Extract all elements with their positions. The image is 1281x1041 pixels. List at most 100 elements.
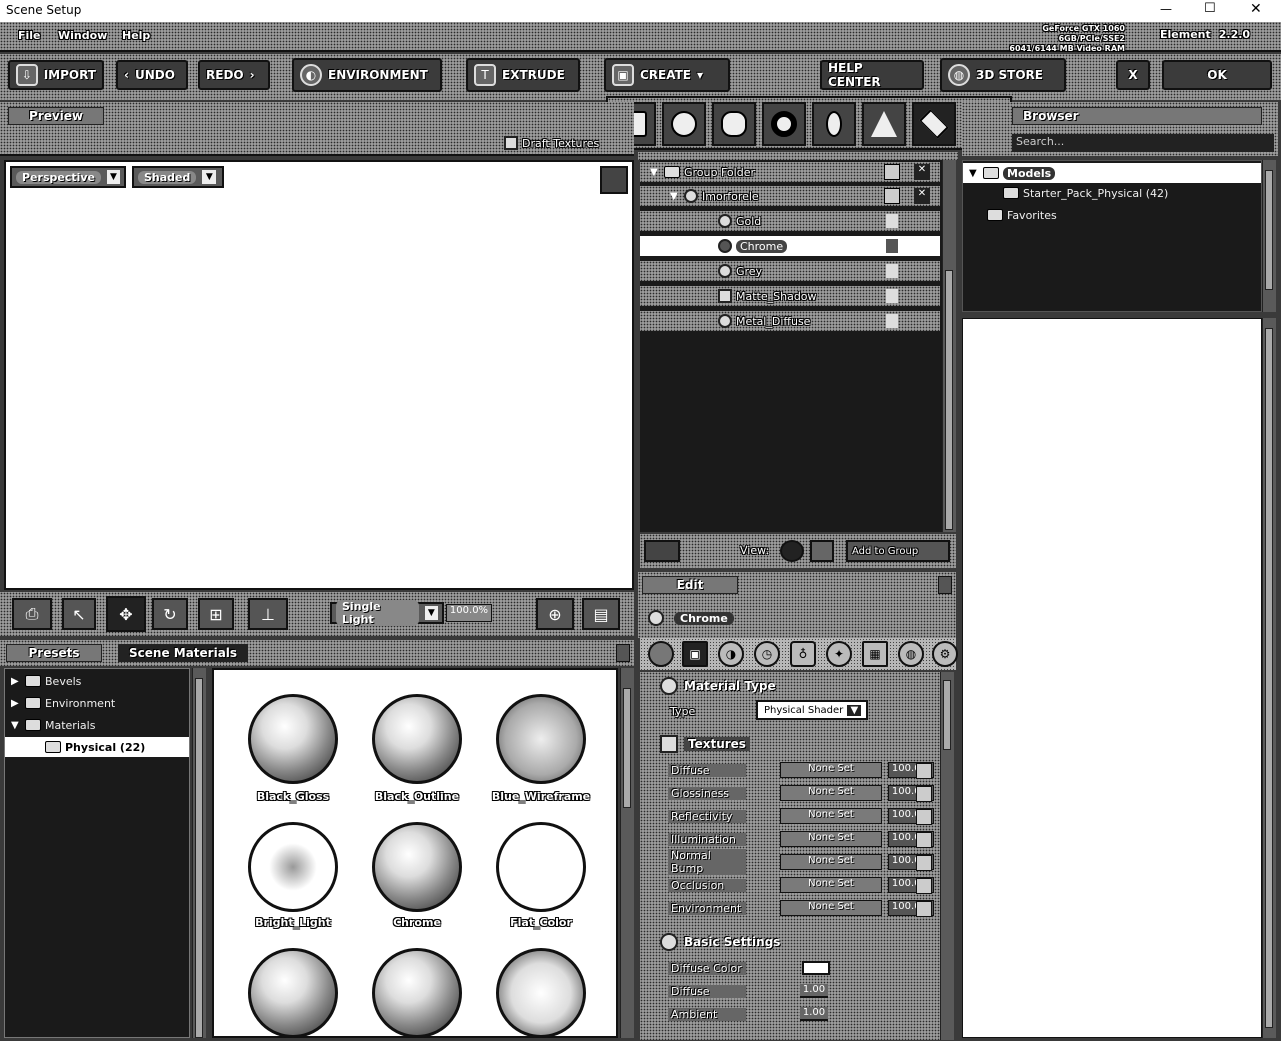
texture-icon[interactable]: ▣	[682, 641, 708, 667]
material-type-icon[interactable]	[648, 641, 674, 667]
tree-item-physical[interactable]: Physical (22)	[5, 737, 189, 757]
shape-sphere-icon[interactable]	[662, 102, 706, 146]
viewport[interactable]: Perspective ▼ Shaded ▼	[4, 160, 634, 590]
browser-content[interactable]	[962, 318, 1262, 1038]
swatch-item[interactable]	[372, 948, 462, 1038]
shape-ring-icon[interactable]	[812, 102, 856, 146]
rotate-icon[interactable]: ↻	[152, 598, 188, 630]
textures-section[interactable]: Textures	[660, 734, 750, 754]
move-icon[interactable]: ✥	[106, 596, 146, 632]
delete-icon[interactable]: ✕	[914, 188, 930, 204]
tree-item-starter-pack[interactable]: Starter_Pack_Physical (42)	[1003, 183, 1168, 203]
tab-presets[interactable]: Presets	[6, 644, 102, 662]
noise-icon[interactable]: ▦	[862, 641, 888, 667]
lighting-dropdown[interactable]: Single Light ▼	[330, 600, 444, 626]
texture-slot-icon[interactable]	[916, 855, 932, 871]
minimize-button[interactable]: —	[1160, 2, 1172, 16]
visibility-icon[interactable]	[884, 164, 900, 180]
import-button[interactable]: ⇩ IMPORT	[8, 60, 104, 90]
shape-cone-icon[interactable]	[862, 102, 906, 146]
tree-item-bevels[interactable]: ▶ Bevels	[11, 671, 81, 691]
cancel-button[interactable]: X	[1116, 60, 1150, 90]
basic-row-ambient[interactable]: Ambient 1.00	[668, 1005, 938, 1023]
preview-tab[interactable]: Preview	[8, 107, 104, 125]
texture-slot-icon[interactable]	[916, 786, 932, 802]
tab-scene-materials[interactable]: Scene Materials	[118, 644, 249, 662]
properties-scrollbar[interactable]	[940, 672, 954, 1040]
basic-row-diffuse-color[interactable]: Diffuse Color	[668, 959, 938, 977]
draft-textures-toggle[interactable]: Draft Textures	[504, 136, 599, 150]
environment-button[interactable]: ◐ ENVIRONMENT	[292, 58, 442, 92]
light-icon[interactable]: ✦	[826, 641, 852, 667]
gear-icon[interactable]: ⚙	[932, 641, 958, 667]
new-group-icon[interactable]	[644, 540, 680, 562]
reflection-icon[interactable]: ◑	[718, 641, 744, 667]
edit-menu-icon[interactable]	[938, 576, 952, 594]
materials-grid-scrollbar[interactable]	[620, 668, 634, 1038]
material-visibility-icon[interactable]	[886, 264, 898, 278]
tree-item-environment[interactable]: ▶ Environment	[11, 693, 115, 713]
help-center-button[interactable]: HELP CENTER	[820, 60, 924, 90]
material-visibility-icon[interactable]	[886, 289, 898, 303]
material-row-gold[interactable]: Gold	[640, 211, 940, 231]
maximize-button[interactable]: ☐	[1204, 1, 1216, 16]
swatch-item[interactable]	[496, 948, 586, 1038]
material-visibility-icon[interactable]	[886, 239, 898, 253]
material-type-section[interactable]: Material Type	[660, 676, 776, 696]
texture-slot-icon[interactable]	[916, 901, 932, 917]
swatch-black-outline[interactable]	[372, 694, 462, 784]
extrude-button[interactable]: T EXTRUDE	[466, 58, 580, 92]
select-icon[interactable]: ↖	[62, 598, 96, 630]
swatch-chrome[interactable]	[372, 822, 462, 912]
shape-torus-icon[interactable]	[762, 102, 806, 146]
visibility-icon[interactable]	[884, 188, 900, 204]
zoom-level[interactable]: 100.0%	[446, 604, 492, 622]
object-row[interactable]: ▼ Imorforele ✕	[640, 186, 940, 206]
texture-slot-icon[interactable]	[916, 878, 932, 894]
material-visibility-icon[interactable]	[886, 214, 898, 228]
maximize-viewport-icon[interactable]	[600, 166, 628, 194]
3d-store-button[interactable]: ◍ 3D STORE	[940, 58, 1066, 92]
redo-button[interactable]: REDO ›	[198, 60, 270, 90]
close-window-button[interactable]: ✕	[1250, 1, 1262, 17]
menu-file[interactable]: File	[18, 29, 41, 42]
layout-icon[interactable]: ▤	[582, 598, 620, 630]
shape-plane-icon[interactable]	[912, 102, 956, 146]
menu-window[interactable]: Window	[58, 29, 107, 42]
texture-slot-icon[interactable]	[916, 832, 932, 848]
swatch-black-gloss[interactable]	[248, 694, 338, 784]
add-to-group-button[interactable]: Add to Group	[846, 540, 950, 562]
view-link-icon[interactable]	[810, 540, 834, 562]
create-button[interactable]: ▣ CREATE ▾	[604, 58, 730, 92]
presets-tree-scrollbar[interactable]	[192, 668, 206, 1038]
basic-settings-section[interactable]: Basic Settings	[660, 932, 780, 952]
shape-cylinder-icon[interactable]	[712, 102, 756, 146]
globe-icon[interactable]: ◍	[898, 641, 924, 667]
swatch-bright-light[interactable]	[248, 822, 338, 912]
panel-menu-icon[interactable]	[616, 644, 630, 662]
scale-icon[interactable]: ⊞	[198, 598, 234, 630]
swatch-flat-color[interactable]	[496, 822, 586, 912]
swatch-item[interactable]	[248, 948, 338, 1038]
material-visibility-icon[interactable]	[886, 314, 898, 328]
crosshair-icon[interactable]: ⊕	[536, 598, 574, 630]
material-row-matte-shadow[interactable]: Matte_Shadow	[640, 286, 940, 306]
material-row-chrome[interactable]: Chrome	[640, 236, 940, 256]
tree-item-models[interactable]: ▼ Models	[963, 163, 1261, 183]
browser-tab[interactable]: Browser	[1012, 107, 1262, 125]
group-folder-row[interactable]: ▼ Group Folder ✕	[640, 162, 940, 182]
search-input[interactable]: Search...	[1012, 134, 1274, 152]
menu-help[interactable]: Help	[122, 29, 150, 42]
view-mode-dropdown[interactable]: Perspective ▼	[10, 166, 126, 188]
camera-icon[interactable]: ⎙	[12, 598, 52, 630]
type-dropdown[interactable]: Physical Shader ▼	[756, 700, 868, 720]
align-icon[interactable]: ⊥	[248, 598, 288, 630]
browser-tree-scrollbar[interactable]	[1262, 160, 1276, 312]
texture-slot-icon[interactable]	[916, 809, 932, 825]
diffuse-color-swatch[interactable]	[802, 961, 830, 975]
browser-content-scrollbar[interactable]	[1262, 318, 1276, 1038]
texture-slot-icon[interactable]	[916, 763, 932, 779]
undo-button[interactable]: ‹ UNDO	[116, 60, 188, 90]
ok-button[interactable]: OK	[1162, 60, 1272, 90]
scene-tree-scrollbar[interactable]	[942, 160, 956, 532]
